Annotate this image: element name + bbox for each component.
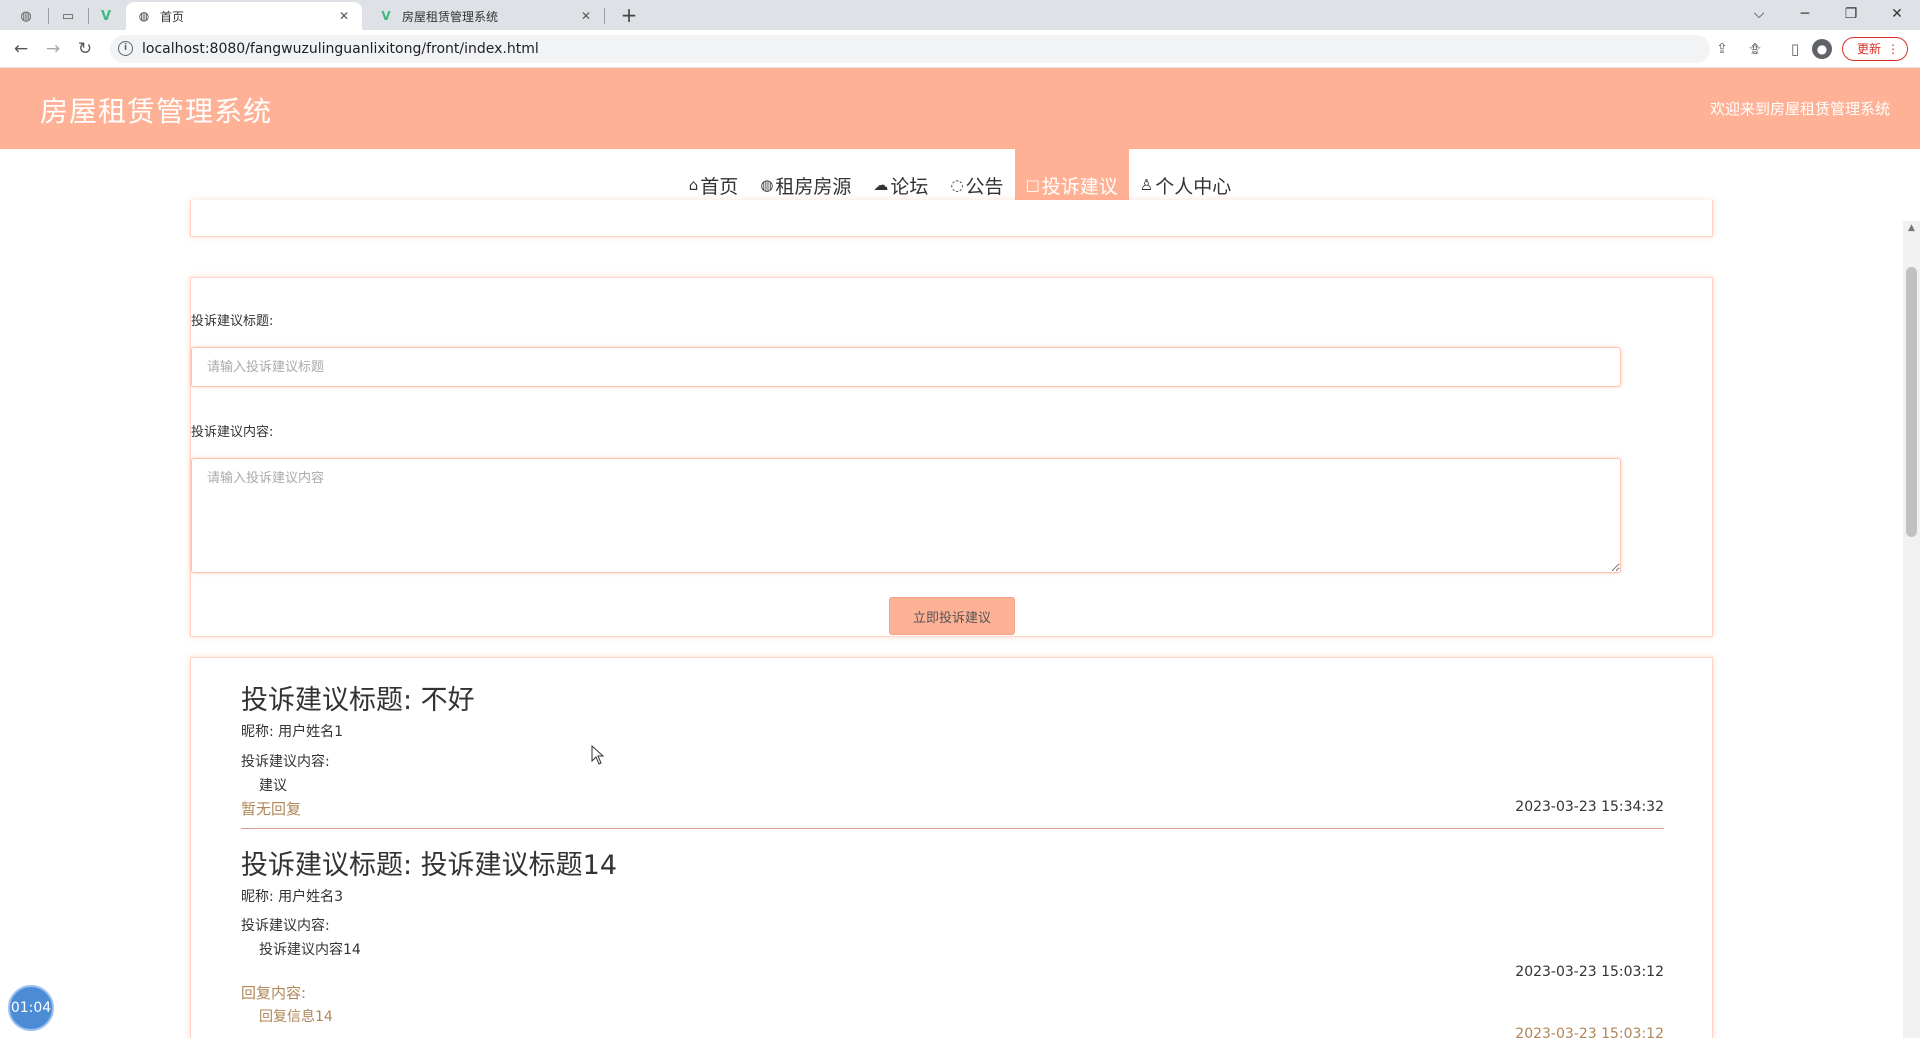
entry-reply-time: 2023-03-23 15:03:12: [1515, 1026, 1664, 1038]
scroll-thumb[interactable]: [1906, 267, 1917, 537]
reload-icon[interactable]: ↻: [72, 36, 98, 62]
entry-reply-content: 回复信息14: [259, 1009, 333, 1025]
pinned-tab[interactable]: ◍: [8, 4, 44, 28]
title-label: 投诉建议标题:: [191, 314, 274, 329]
entry-divider: [241, 828, 1664, 829]
mouse-cursor-icon: [591, 745, 605, 765]
vue-logo-icon: V: [381, 9, 391, 23]
window-close-button[interactable]: ✕: [1874, 0, 1920, 30]
nav-label: 首页: [700, 175, 739, 198]
url-text[interactable]: localhost:8080/fangwuzulinguanlixitong/f…: [142, 41, 539, 57]
banner-panel-bottom: [190, 200, 1713, 237]
nav-label: 个人中心: [1155, 175, 1232, 198]
forward-arrow-icon[interactable]: →: [40, 36, 66, 62]
entry-title: 投诉建议标题: 不好: [241, 685, 475, 716]
content-label: 投诉建议内容:: [191, 425, 274, 440]
close-icon[interactable]: ✕: [578, 9, 594, 23]
tab-title: 首页: [160, 9, 185, 24]
minimize-button[interactable]: ─: [1782, 0, 1828, 30]
entry-nickname: 昵称: 用户姓名1: [241, 724, 344, 740]
pinned-tab[interactable]: V: [88, 4, 124, 28]
globe-icon: ◍: [138, 9, 150, 23]
share-icon[interactable]: ⇪: [1712, 39, 1732, 59]
submit-complaint-button[interactable]: 立即投诉建议: [889, 597, 1015, 635]
address-bar[interactable]: i localhost:8080/fangwuzulinguanlixitong…: [110, 35, 1728, 63]
entry-content: 建议: [259, 778, 287, 794]
entry-content-label: 投诉建议内容:: [241, 918, 330, 934]
tab-title: 房屋租赁管理系统: [402, 9, 499, 24]
complaint-list: 投诉建议标题: 不好 昵称: 用户姓名1 投诉建议内容: 建议 暂无回复 202…: [190, 657, 1713, 1038]
browser-tab-active[interactable]: ◍ 首页 ✕: [126, 2, 362, 30]
welcome-text: 欢迎来到房屋租赁管理系统: [1709, 100, 1890, 118]
blank-page-icon: ▭: [61, 8, 75, 24]
nav-label: 公告: [965, 175, 1004, 198]
list-item: 投诉建议标题: 不好 昵称: 用户姓名1 投诉建议内容: 建议 暂无回复 202…: [241, 658, 1664, 829]
scroll-up-arrow-icon[interactable]: ▲: [1903, 221, 1920, 235]
entry-content-label: 投诉建议内容:: [241, 754, 330, 770]
nav-label: 论坛: [890, 175, 929, 198]
pinned-tab[interactable]: ▭: [50, 4, 86, 28]
entry-time: 2023-03-23 15:03:12: [1515, 964, 1664, 980]
close-icon[interactable]: ✕: [336, 9, 352, 23]
star-bookmark-icon[interactable]: ☆: [1742, 36, 1768, 62]
nav-label: 租房房源: [775, 175, 852, 198]
update-label: 更新: [1857, 42, 1882, 56]
title-input[interactable]: [191, 347, 1621, 387]
tab-separator: [48, 8, 49, 24]
home-icon: ⌂: [688, 176, 699, 194]
page-scrollbar[interactable]: ▲: [1903, 221, 1920, 1038]
browser-tabstrip: ◍ ▭ V ◍ 首页 ✕ V 房屋租赁管理系统 ✕ + ⌵ ─ ❐ ✕: [0, 0, 1920, 30]
tab-separator: [604, 8, 605, 24]
content-textarea[interactable]: [191, 458, 1621, 573]
complaint-form: 投诉建议标题: 投诉建议内容: 立即投诉建议: [190, 277, 1713, 637]
nav-label: 投诉建议: [1041, 175, 1118, 198]
globe-icon: ◍: [760, 176, 774, 194]
square-icon: □: [1025, 176, 1040, 194]
side-panel-icon[interactable]: ▯: [1782, 36, 1808, 62]
globe-icon: ◍: [20, 8, 32, 24]
update-button[interactable]: 更新 ⋮: [1842, 37, 1908, 61]
palette-icon: ◌: [950, 176, 964, 194]
menu-dots-icon: ⋮: [1887, 42, 1899, 56]
site-header: 房屋租赁管理系统 欢迎来到房屋租赁管理系统: [0, 68, 1920, 149]
entry-nickname: 昵称: 用户姓名3: [241, 889, 344, 905]
entry-reply-status: 暂无回复: [241, 800, 302, 818]
tab-search-chevron-icon[interactable]: ⌵: [1736, 0, 1782, 30]
list-item: 投诉建议标题: 投诉建议标题14 昵称: 用户姓名3 投诉建议内容: 投诉建议内…: [241, 838, 1664, 1038]
user-icon: ♙: [1139, 176, 1154, 194]
timer-badge[interactable]: 01:04: [8, 985, 54, 1031]
browser-tab[interactable]: V 房屋租赁管理系统 ✕: [368, 2, 604, 30]
entry-reply-label: 回复内容:: [241, 984, 307, 1002]
site-info-icon[interactable]: i: [118, 41, 133, 56]
entry-title: 投诉建议标题: 投诉建议标题14: [241, 850, 618, 881]
new-tab-button[interactable]: +: [616, 3, 642, 29]
entry-content: 投诉建议内容14: [259, 942, 361, 958]
browser-toolbar: ← → ↻ i localhost:8080/fangwuzulinguanli…: [0, 30, 1920, 68]
back-arrow-icon[interactable]: ←: [8, 36, 34, 62]
cloud-icon: ☁: [873, 176, 889, 194]
profile-avatar-icon[interactable]: ●: [1812, 39, 1832, 59]
restore-button[interactable]: ❐: [1828, 0, 1874, 30]
site-title: 房屋租赁管理系统: [40, 95, 273, 128]
entry-time: 2023-03-23 15:34:32: [1515, 799, 1664, 815]
vue-logo-icon: V: [100, 8, 112, 24]
